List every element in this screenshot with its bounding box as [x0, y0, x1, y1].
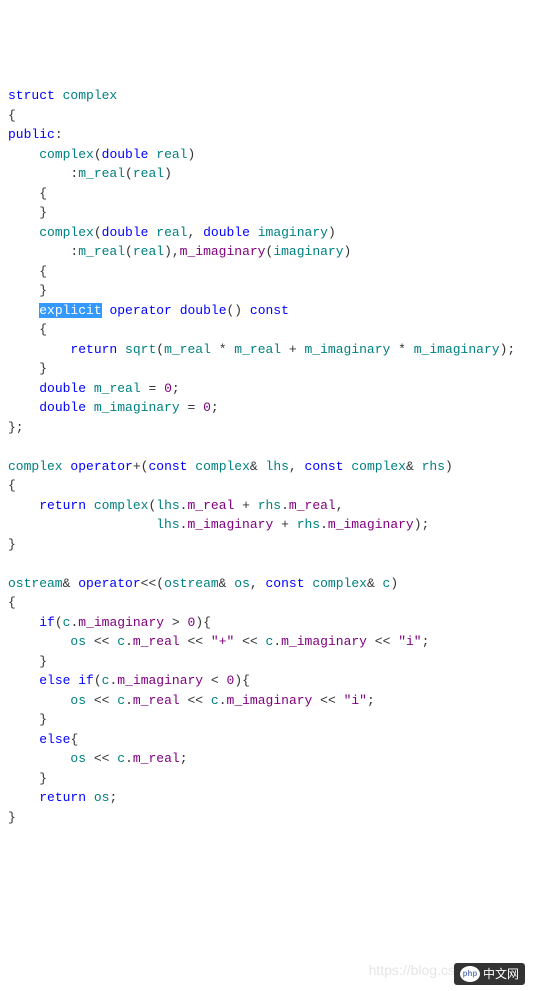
- member-init: m_imaginary: [180, 244, 266, 259]
- keyword-double: double: [180, 303, 227, 318]
- type-complex: complex: [195, 459, 250, 474]
- constructor-name: complex: [39, 225, 94, 240]
- logo-php-icon: php: [460, 966, 480, 982]
- type-complex: complex: [94, 498, 149, 513]
- param-rhs: rhs: [258, 498, 281, 513]
- param-c: c: [102, 673, 110, 688]
- keyword-public: public: [8, 127, 55, 142]
- code-block: struct complex { public: complex(double …: [8, 86, 527, 827]
- keyword-return: return: [39, 790, 86, 805]
- logo-text: 中文网: [483, 965, 519, 983]
- keyword-double: double: [203, 225, 250, 240]
- member: m_imaginary: [414, 342, 500, 357]
- keyword-operator: operator: [70, 459, 132, 474]
- member-decl: m_imaginary: [94, 400, 180, 415]
- string-literal: "i": [398, 634, 421, 649]
- member: m_real: [133, 751, 180, 766]
- keyword-struct: struct: [8, 88, 55, 103]
- param-rhs: rhs: [297, 517, 320, 532]
- constructor-name: complex: [39, 147, 94, 162]
- type-complex: complex: [312, 576, 367, 591]
- param-imaginary: imaginary: [258, 225, 328, 240]
- type-complex: complex: [351, 459, 406, 474]
- member: m_imaginary: [117, 673, 203, 688]
- param-c: c: [117, 751, 125, 766]
- param-real: real: [133, 244, 164, 259]
- member: m_real: [187, 498, 234, 513]
- member: m_imaginary: [187, 517, 273, 532]
- literal-zero: 0: [188, 615, 196, 630]
- param-c: c: [266, 634, 274, 649]
- param-c: c: [117, 693, 125, 708]
- keyword-if: if: [78, 673, 94, 688]
- literal-zero: 0: [164, 381, 172, 396]
- keyword-return: return: [39, 498, 86, 513]
- keyword-const: const: [305, 459, 344, 474]
- param-c: c: [117, 634, 125, 649]
- param-imaginary: imaginary: [273, 244, 343, 259]
- member: m_imaginary: [227, 693, 313, 708]
- keyword-explicit-selected: explicit: [39, 303, 101, 318]
- keyword-operator: operator: [109, 303, 171, 318]
- member-decl: m_real: [94, 381, 141, 396]
- param-os: os: [94, 790, 110, 805]
- literal-zero: 0: [227, 673, 235, 688]
- keyword-const: const: [266, 576, 305, 591]
- member: m_real: [289, 498, 336, 513]
- type-ostream: ostream: [164, 576, 219, 591]
- literal-zero: 0: [203, 400, 211, 415]
- param-os: os: [70, 693, 86, 708]
- keyword-const: const: [250, 303, 289, 318]
- keyword-if: if: [39, 615, 55, 630]
- param-c: c: [211, 693, 219, 708]
- member: m_real: [133, 693, 180, 708]
- param-rhs: rhs: [422, 459, 445, 474]
- keyword-double: double: [39, 381, 86, 396]
- op-plus: +: [133, 459, 141, 474]
- type-ostream: ostream: [8, 576, 63, 591]
- return-type: complex: [8, 459, 63, 474]
- keyword-else: else: [39, 732, 70, 747]
- param-lhs: lhs: [156, 517, 179, 532]
- member: m_real: [234, 342, 281, 357]
- param-c: c: [383, 576, 391, 591]
- keyword-operator: operator: [78, 576, 140, 591]
- param-lhs: lhs: [156, 498, 179, 513]
- param-os: os: [70, 634, 86, 649]
- member: m_imaginary: [305, 342, 391, 357]
- type-complex: complex: [63, 88, 118, 103]
- op-ltlt: <<: [141, 576, 157, 591]
- func-sqrt: sqrt: [125, 342, 156, 357]
- string-literal: "+": [211, 634, 234, 649]
- keyword-double: double: [39, 400, 86, 415]
- param-real: real: [156, 225, 187, 240]
- member: m_imaginary: [328, 517, 414, 532]
- keyword-const: const: [148, 459, 187, 474]
- keyword-return: return: [70, 342, 117, 357]
- string-literal: "i": [344, 693, 367, 708]
- keyword-double: double: [102, 225, 149, 240]
- keyword-else: else: [39, 673, 70, 688]
- keyword-double: double: [102, 147, 149, 162]
- member-init: m_real: [78, 166, 125, 181]
- param-c: c: [63, 615, 71, 630]
- param-lhs: lhs: [266, 459, 289, 474]
- member: m_imaginary: [78, 615, 164, 630]
- param-os: os: [234, 576, 250, 591]
- member-init: m_real: [78, 244, 125, 259]
- member: m_real: [133, 634, 180, 649]
- param-os: os: [70, 751, 86, 766]
- member: m_real: [164, 342, 211, 357]
- param-real: real: [156, 147, 187, 162]
- param-real: real: [133, 166, 164, 181]
- member: m_imaginary: [281, 634, 367, 649]
- logo-badge: php中文网: [438, 944, 525, 986]
